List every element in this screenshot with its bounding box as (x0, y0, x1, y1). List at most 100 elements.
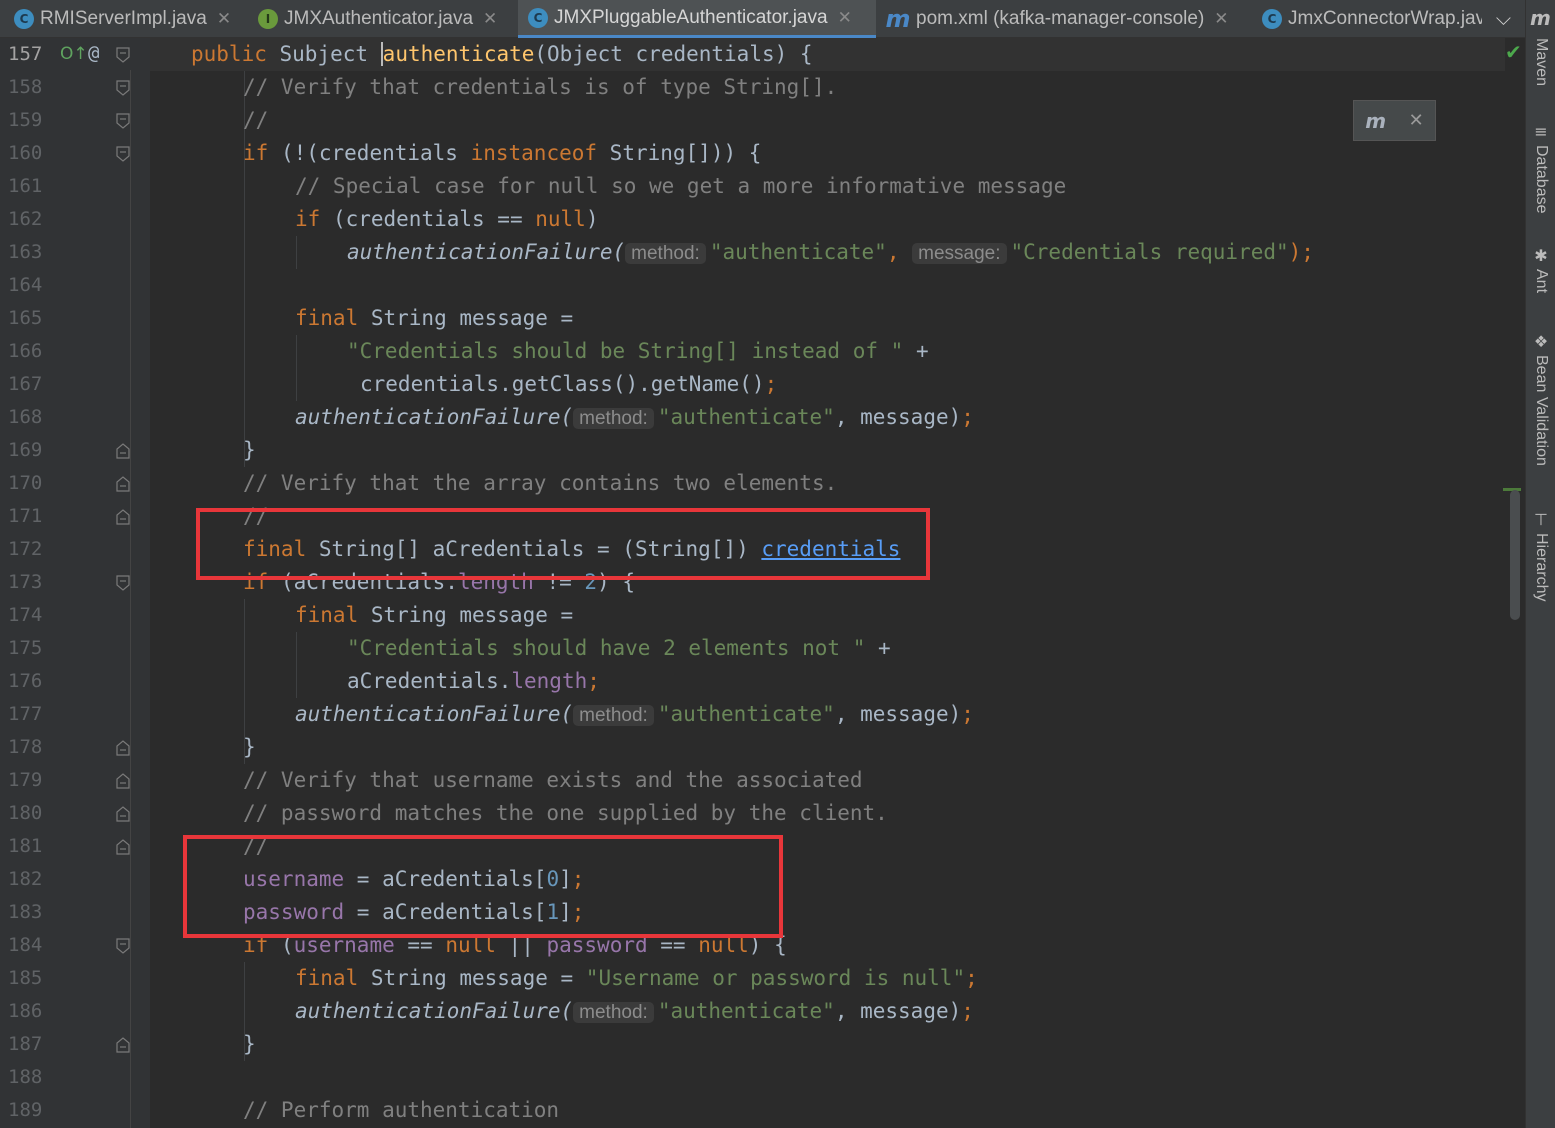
token-semicolon: ; (961, 999, 974, 1023)
line-number[interactable]: 160 (8, 137, 58, 170)
token-method-call: authenticationFailure( (347, 240, 626, 264)
fold-marker-icon[interactable] (116, 113, 130, 129)
fold-marker-icon[interactable] (116, 1037, 130, 1053)
line-number[interactable]: 181 (8, 830, 58, 863)
tab-pom-xml[interactable]: m pom.xml (kafka-manager-console) ✕ (886, 0, 1250, 38)
line-number[interactable]: 180 (8, 797, 58, 830)
line-number[interactable]: 185 (8, 962, 58, 995)
line-number[interactable]: 158 (8, 71, 58, 104)
code-editor[interactable]: public Subject authenticate(Object crede… (150, 38, 1505, 1128)
hierarchy-icon: ⊤ (1534, 510, 1548, 529)
token-code: aCredentials. (347, 669, 512, 693)
tab-jmxconnectorwrap[interactable]: C JmxConnectorWrap.jav (1262, 0, 1482, 38)
line-number[interactable]: 182 (8, 863, 58, 896)
implements-method-icon[interactable]: O↑ (60, 44, 88, 64)
line-number[interactable]: 169 (8, 434, 58, 467)
indent-guide (296, 632, 297, 698)
close-icon[interactable]: ✕ (217, 9, 231, 29)
fold-marker-icon[interactable] (116, 839, 130, 855)
tab-jmxpluggableauthenticator[interactable]: C JMXPluggableAuthenticator.java ✕ (518, 0, 876, 38)
maven-icon: m (886, 5, 911, 33)
code-line-189: // Perform authentication (243, 1094, 559, 1127)
line-number[interactable]: 157 (8, 38, 58, 71)
token-code: , message) (834, 999, 962, 1023)
token-comment: // Verify that the array contains two el… (243, 471, 838, 495)
close-icon[interactable]: ✕ (483, 9, 497, 29)
line-number[interactable]: 159 (8, 104, 58, 137)
tab-label: RMIServerImpl.java (40, 8, 207, 29)
token-brace: } (243, 438, 256, 462)
token-keyword: if (243, 141, 269, 165)
close-icon[interactable]: ✕ (1214, 9, 1228, 29)
line-number[interactable]: 184 (8, 929, 58, 962)
token-semicolon: ; (587, 669, 600, 693)
maven-reload-popup: m ✕ (1353, 100, 1436, 141)
line-number[interactable]: 163 (8, 236, 58, 269)
fold-marker-icon[interactable] (116, 575, 130, 591)
annotation-marker-icon[interactable]: @ (88, 42, 99, 64)
line-number[interactable]: 186 (8, 995, 58, 1028)
fold-marker-icon[interactable] (116, 509, 130, 525)
line-number[interactable]: 189 (8, 1094, 58, 1127)
maven-icon[interactable]: m (1530, 6, 1551, 30)
tab-rmiserverimpl[interactable]: C RMIServerImpl.java ✕ (14, 0, 250, 38)
tool-window-hierarchy[interactable]: ⊤ Hierarchy (1526, 510, 1555, 601)
fold-marker-icon[interactable] (116, 80, 130, 96)
fold-marker-icon[interactable] (116, 476, 130, 492)
tab-jmxauthenticator[interactable]: I JMXAuthenticator.java ✕ (258, 0, 516, 38)
line-number[interactable]: 172 (8, 533, 58, 566)
line-number[interactable]: 188 (8, 1061, 58, 1094)
line-number[interactable]: 166 (8, 335, 58, 368)
line-number[interactable]: 177 (8, 698, 58, 731)
token-semicolon: ; (965, 966, 978, 990)
token-string: "authenticate" (657, 999, 835, 1023)
code-line-168: authenticationFailure(method: "authentica… (295, 401, 974, 434)
line-number[interactable]: 170 (8, 467, 58, 500)
code-line-176: aCredentials.length; (347, 665, 600, 698)
interface-icon: I (258, 9, 278, 29)
token-keyword: null (535, 207, 586, 231)
line-number[interactable]: 165 (8, 302, 58, 335)
fold-marker-icon[interactable] (116, 938, 130, 954)
fold-marker-icon[interactable] (116, 740, 130, 756)
token-comment: // Verify that credentials is of type St… (243, 75, 838, 99)
chevron-down-icon[interactable]: ⌵ (1496, 6, 1511, 30)
class-icon: C (528, 7, 548, 28)
token-comment: // Perform authentication (243, 1098, 560, 1122)
line-number[interactable]: 176 (8, 665, 58, 698)
line-number[interactable]: 162 (8, 203, 58, 236)
fold-marker-icon[interactable] (116, 773, 130, 789)
fold-marker-icon[interactable] (116, 146, 130, 162)
line-number[interactable]: 179 (8, 764, 58, 797)
line-number[interactable]: 161 (8, 170, 58, 203)
line-number[interactable]: 167 (8, 368, 58, 401)
fold-marker-icon[interactable] (116, 443, 130, 459)
line-number[interactable]: 173 (8, 566, 58, 599)
line-number[interactable]: 187 (8, 1028, 58, 1061)
tool-window-bean-validation[interactable]: ❖ Bean Validation (1526, 332, 1555, 466)
tool-window-ant[interactable]: ✱ Ant (1526, 246, 1555, 293)
close-icon[interactable]: ✕ (838, 8, 852, 28)
token-comment: // Special case for null so we get a mor… (295, 174, 1067, 198)
check-icon[interactable]: ✔ (1505, 40, 1522, 64)
line-number[interactable]: 174 (8, 599, 58, 632)
token-field: length (511, 669, 588, 693)
tool-window-maven[interactable]: Maven (1526, 34, 1555, 86)
line-number[interactable]: 175 (8, 632, 58, 665)
fold-marker-icon[interactable] (116, 47, 130, 63)
token-string: "authenticate" (657, 702, 835, 726)
close-icon[interactable]: ✕ (1409, 110, 1424, 131)
line-number[interactable]: 171 (8, 500, 58, 533)
tool-window-label: Maven (1533, 38, 1550, 87)
token-code: + (865, 636, 891, 660)
scrollbar-thumb[interactable] (1510, 490, 1520, 620)
code-line-159: // (243, 104, 268, 137)
line-number[interactable]: 183 (8, 896, 58, 929)
line-number[interactable]: 168 (8, 401, 58, 434)
tab-label: JMXAuthenticator.java (284, 8, 474, 29)
tool-window-database[interactable]: ≡ Database (1526, 122, 1555, 214)
maven-reload-icon[interactable]: m (1365, 109, 1386, 133)
line-number[interactable]: 164 (8, 269, 58, 302)
line-number[interactable]: 178 (8, 731, 58, 764)
fold-marker-icon[interactable] (116, 806, 130, 822)
